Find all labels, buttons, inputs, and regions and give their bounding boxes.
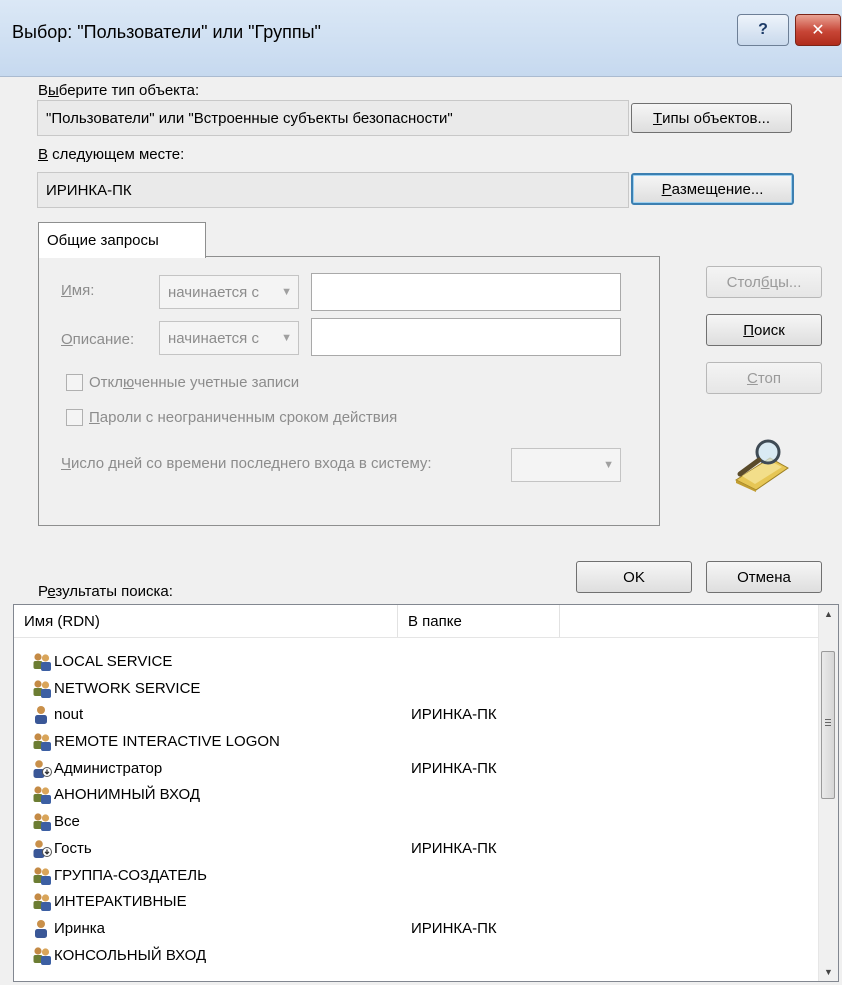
- non-expiring-passwords-checkbox[interactable]: [66, 409, 83, 426]
- item-name: Администратор: [54, 759, 163, 777]
- list-item[interactable]: Гость ИРИНКА-ПК: [14, 836, 819, 863]
- user-icon: [32, 705, 52, 725]
- search-magnifier-icon: [730, 436, 792, 492]
- tab-join: [39, 256, 195, 258]
- column-header-folder[interactable]: В папке: [398, 605, 560, 637]
- item-name: NETWORK SERVICE: [54, 679, 201, 697]
- results-rows: LOCAL SERVICE NETWORK SERVICE nout ИРИНКА-П…: [14, 649, 819, 969]
- help-button[interactable]: ?: [737, 14, 789, 46]
- item-folder: ИРИНКА-ПК: [411, 839, 497, 857]
- description-label: Описание:: [61, 331, 135, 348]
- list-item[interactable]: REMOTE INTERACTIVE LOGON: [14, 729, 819, 756]
- list-item[interactable]: Администратор ИРИНКА-ПК: [14, 756, 819, 783]
- item-name: Гость: [54, 839, 92, 857]
- group-icon: [32, 785, 52, 805]
- days-since-logon-label: Число дней со времени последнего входа в…: [61, 455, 432, 472]
- item-name: nout: [54, 706, 84, 724]
- user-icon: [32, 919, 52, 939]
- scrollbar-thumb[interactable]: [821, 651, 835, 799]
- item-folder: ИРИНКА-ПК: [411, 919, 497, 937]
- item-name: КОНСОЛЬНЫЙ ВХОД: [54, 946, 207, 964]
- locations-button[interactable]: Размещение...: [631, 173, 794, 205]
- tab-common-queries[interactable]: Общие запросы: [38, 222, 206, 258]
- description-input[interactable]: [311, 318, 621, 356]
- vertical-scrollbar[interactable]: ▲ ▼: [818, 605, 838, 981]
- list-item[interactable]: Иринка ИРИНКА-ПК: [14, 916, 819, 943]
- search-button[interactable]: Поиск: [706, 314, 822, 346]
- item-name: ГРУППА-СОЗДАТЕЛЬ: [54, 866, 207, 884]
- object-types-button[interactable]: Типы объектов...: [631, 103, 792, 133]
- location-label: В следующем месте:: [38, 146, 185, 163]
- list-item[interactable]: АНОНИМНЫЙ ВХОД: [14, 782, 819, 809]
- item-name: Иринка: [54, 919, 106, 937]
- item-name: LOCAL SERVICE: [54, 653, 173, 670]
- disabled-accounts-label: Отключенные учетные записи: [89, 374, 300, 391]
- group-icon: [32, 866, 52, 886]
- item-name: АНОНИМНЫЙ ВХОД: [54, 786, 201, 804]
- item-name: ИНТЕРАКТИВНЫЕ: [54, 893, 187, 911]
- ok-button[interactable]: OK: [576, 561, 692, 593]
- group-icon: [32, 892, 52, 912]
- close-button[interactable]: ✕: [795, 14, 841, 46]
- cancel-button[interactable]: Отмена: [706, 561, 822, 593]
- stop-button[interactable]: Стоп: [706, 362, 822, 394]
- name-label: Имя:: [61, 282, 95, 299]
- name-input[interactable]: [311, 273, 621, 311]
- list-item[interactable]: КОНСОЛЬНЫЙ ВХОД: [14, 943, 819, 970]
- chevron-down-icon: ▼: [603, 459, 614, 471]
- chevron-down-icon: ▼: [281, 332, 292, 344]
- group-icon: [32, 946, 52, 966]
- list-item[interactable]: NETWORK SERVICE: [14, 676, 819, 703]
- column-header-name[interactable]: Имя (RDN): [14, 605, 398, 637]
- description-match-combo[interactable]: начинается с ▼: [159, 321, 299, 355]
- item-name: Все: [54, 813, 80, 831]
- list-item[interactable]: ИНТЕРАКТИВНЫЕ: [14, 889, 819, 916]
- group-icon: [32, 679, 52, 699]
- list-item[interactable]: ГРУППА-СОЗДАТЕЛЬ: [14, 863, 819, 890]
- disabled-user-icon: [32, 759, 52, 779]
- search-results-label: Результаты поиска:: [38, 583, 173, 600]
- non-expiring-passwords-label: Пароли с неограниченным сроком действия: [89, 409, 398, 426]
- scroll-down-arrow-icon[interactable]: ▼: [819, 963, 838, 981]
- item-name: REMOTE INTERACTIVE LOGON: [54, 733, 280, 751]
- group-icon: [32, 652, 52, 672]
- group-icon: [32, 732, 52, 752]
- location-field: ИРИНКА-ПК: [37, 172, 629, 208]
- item-folder: ИРИНКА-ПК: [411, 706, 497, 724]
- list-item[interactable]: LOCAL SERVICE: [14, 649, 819, 676]
- list-item[interactable]: Все: [14, 809, 819, 836]
- scroll-up-arrow-icon[interactable]: ▲: [819, 605, 838, 623]
- object-type-field: "Пользователи" или "Встроенные субъекты …: [37, 100, 629, 136]
- disabled-user-icon: [32, 839, 52, 859]
- columns-button[interactable]: Стол б цы...: [706, 266, 822, 298]
- item-folder: ИРИНКА-ПК: [411, 759, 497, 777]
- list-item[interactable]: nout ИРИНКА-ПК: [14, 702, 819, 729]
- name-match-combo[interactable]: начинается с ▼: [159, 275, 299, 309]
- group-icon: [32, 812, 52, 832]
- window-title: Выбор: "Пользователи" или "Группы": [12, 22, 321, 42]
- results-list[interactable]: Имя (RDN) В папке LOCAL SERVICE NETWORK S…: [13, 604, 839, 982]
- days-since-logon-combo[interactable]: ▼: [511, 448, 621, 482]
- chevron-down-icon: ▼: [281, 286, 292, 298]
- disabled-accounts-checkbox[interactable]: [66, 374, 83, 391]
- list-header: Имя (RDN) В папке: [14, 605, 820, 638]
- object-type-label: Выберите тип объекта:: [38, 82, 200, 99]
